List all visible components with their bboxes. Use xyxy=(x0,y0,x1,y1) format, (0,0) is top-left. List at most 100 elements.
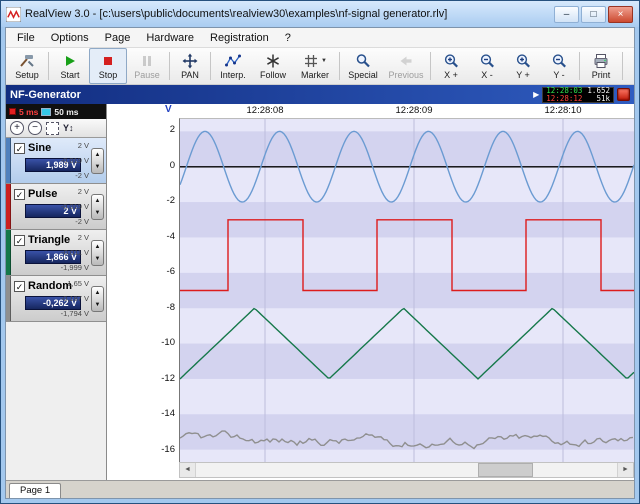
pan-button[interactable]: PAN xyxy=(172,48,208,84)
scrollbar-thumb[interactable] xyxy=(478,463,533,477)
window-title: RealView 3.0 - [c:\users\public\document… xyxy=(25,8,550,20)
channel-row-random[interactable]: ✓ Random -0,262 V 1,65 V -0,187 V -1,794… xyxy=(6,276,106,322)
toolbar: Setup Start Stop Pause PAN xyxy=(6,48,634,85)
marker-button[interactable]: ▼ Marker xyxy=(293,48,337,84)
zoom-box-button[interactable] xyxy=(46,122,59,135)
close-button[interactable]: × xyxy=(608,6,633,23)
zoom-out-icon xyxy=(479,53,495,69)
horizontal-scrollbar[interactable]: ◄ ► xyxy=(179,462,634,478)
print-button[interactable]: Print xyxy=(582,48,620,84)
menu-item-file[interactable]: File xyxy=(9,30,43,46)
zoom-out-button[interactable]: − xyxy=(28,121,42,135)
waveform-canvas[interactable] xyxy=(180,119,634,462)
channel-row-triangle[interactable]: ✓ Triangle 1,866 V 2 V -0,011 V -1,999 V… xyxy=(6,230,106,276)
record-led-icon xyxy=(9,108,16,115)
spinner-down-button[interactable]: ▼ xyxy=(92,253,103,265)
pause-button[interactable]: Pause xyxy=(127,48,167,84)
zoom-y-in-button[interactable]: Y + xyxy=(505,48,541,84)
start-button[interactable]: Start xyxy=(51,48,89,84)
y-axis-tick-label: 2 xyxy=(170,124,175,135)
app-icon xyxy=(6,7,21,22)
view-title: NF-Generator xyxy=(10,89,533,101)
y-scale-button[interactable]: Y↕ xyxy=(63,123,74,133)
plot-canvas[interactable] xyxy=(179,118,634,462)
setup-button[interactable]: Setup xyxy=(8,48,46,84)
acquisition-panel: 12:28:03 12:28:12 1.652 51k xyxy=(542,87,614,103)
channel-checkbox[interactable]: ✓ xyxy=(14,235,25,246)
minimize-button[interactable]: – xyxy=(554,6,579,23)
spinner-down-button[interactable]: ▼ xyxy=(92,161,103,173)
record-indicator[interactable] xyxy=(617,88,630,101)
y-axis-tick-label: -16 xyxy=(161,444,175,455)
channel-row-sine[interactable]: ✓ Sine 1,989 V 2 V -0,019 V -2 V ▲ ▼ xyxy=(6,138,106,184)
pause-icon xyxy=(139,53,155,69)
scroll-right-button[interactable]: ► xyxy=(617,463,633,477)
channel-spinner[interactable]: ▲ ▼ xyxy=(91,194,104,220)
channel-spinner[interactable]: ▲ ▼ xyxy=(91,148,104,174)
stop-icon xyxy=(100,53,116,69)
menu-item-page[interactable]: Page xyxy=(97,30,139,46)
play-icon xyxy=(62,53,78,69)
spinner-up-button[interactable]: ▲ xyxy=(92,195,103,207)
y-axis-tick-label: -12 xyxy=(161,373,175,384)
channel-checkbox[interactable]: ✓ xyxy=(14,189,25,200)
channel-checkbox[interactable]: ✓ xyxy=(14,281,25,292)
maximize-button[interactable]: □ xyxy=(581,6,606,23)
plot-region: V 12:28:0812:28:0912:28:10 20-2-4-6-8-10… xyxy=(107,104,634,480)
y-axis-tick-label: 0 xyxy=(170,160,175,171)
zoom-x-out-button[interactable]: X - xyxy=(469,48,505,84)
special-button[interactable]: Special xyxy=(342,48,384,84)
y-axis-tick-label: -4 xyxy=(167,231,175,242)
spinner-down-button[interactable]: ▼ xyxy=(92,207,103,219)
channel-stats: 2 V -0,019 V -2 V xyxy=(61,187,89,226)
channel-name: Sine xyxy=(28,142,51,154)
menu-item-options[interactable]: Options xyxy=(43,30,97,46)
y-axis-tick-label: -2 xyxy=(167,195,175,206)
special-magnifier-icon xyxy=(355,53,371,69)
marker-dropdown-icon[interactable]: ▼ xyxy=(321,58,327,64)
monitor-icon xyxy=(41,108,51,116)
channel-row-pulse[interactable]: ✓ Pulse 2 V 2 V -0,019 V -2 V ▲ ▼ xyxy=(6,184,106,230)
toolbar-separator xyxy=(430,52,431,80)
toolbar-separator xyxy=(48,52,49,80)
title-bar[interactable]: RealView 3.0 - [c:\users\public\document… xyxy=(1,1,639,27)
follow-star-icon xyxy=(265,53,281,69)
stop-button[interactable]: Stop xyxy=(89,48,127,84)
toolbar-separator xyxy=(210,52,211,80)
y-axis-tick-label: -8 xyxy=(167,302,175,313)
channel-spinner[interactable]: ▲ ▼ xyxy=(91,240,104,266)
zoom-in-button[interactable]: + xyxy=(10,121,24,135)
time-axis: V 12:28:0812:28:0912:28:10 xyxy=(107,104,634,118)
menu-item-help[interactable]: ? xyxy=(277,30,299,46)
exit-button[interactable]: Exit xyxy=(625,48,634,84)
scrollbar-track[interactable] xyxy=(196,463,617,477)
sample-rate: 5 ms xyxy=(19,107,38,117)
spinner-up-button[interactable]: ▲ xyxy=(92,149,103,161)
zoom-y-out-button[interactable]: Y - xyxy=(541,48,577,84)
toolbar-separator xyxy=(339,52,340,80)
interpolation-button[interactable]: Interp. xyxy=(213,48,253,84)
end-time: 12:28:12 xyxy=(546,95,582,103)
scroll-left-button[interactable]: ◄ xyxy=(180,463,196,477)
channel-stats: 1,65 V -0,187 V -1,794 V xyxy=(61,279,89,318)
spinner-up-button[interactable]: ▲ xyxy=(92,241,103,253)
pan-arrows-icon xyxy=(182,53,198,69)
tab-page-1[interactable]: Page 1 xyxy=(9,483,61,498)
zoom-x-in-button[interactable]: X + xyxy=(433,48,469,84)
y-axis-unit-label: V xyxy=(165,104,172,115)
follow-button[interactable]: Follow xyxy=(253,48,293,84)
sample-count: 51k xyxy=(596,95,610,103)
toolbar-separator xyxy=(622,52,623,80)
main-content: 5 ms 50 ms + − Y↕ ✓ Sine xyxy=(6,104,634,480)
channel-checkbox[interactable]: ✓ xyxy=(14,143,25,154)
channel-sidebar: 5 ms 50 ms + − Y↕ ✓ Sine xyxy=(6,104,107,480)
spinner-up-button[interactable]: ▲ xyxy=(92,287,103,299)
y-axis-tick-label: -10 xyxy=(161,337,175,348)
menu-item-hardware[interactable]: Hardware xyxy=(138,30,202,46)
previous-button[interactable]: Previous xyxy=(384,48,428,84)
menu-item-registration[interactable]: Registration xyxy=(202,30,277,46)
channel-spinner[interactable]: ▲ ▼ xyxy=(91,286,104,312)
spinner-down-button[interactable]: ▼ xyxy=(92,299,103,311)
menu-bar: File Options Page Hardware Registration … xyxy=(6,28,634,48)
tools-icon xyxy=(19,53,35,69)
